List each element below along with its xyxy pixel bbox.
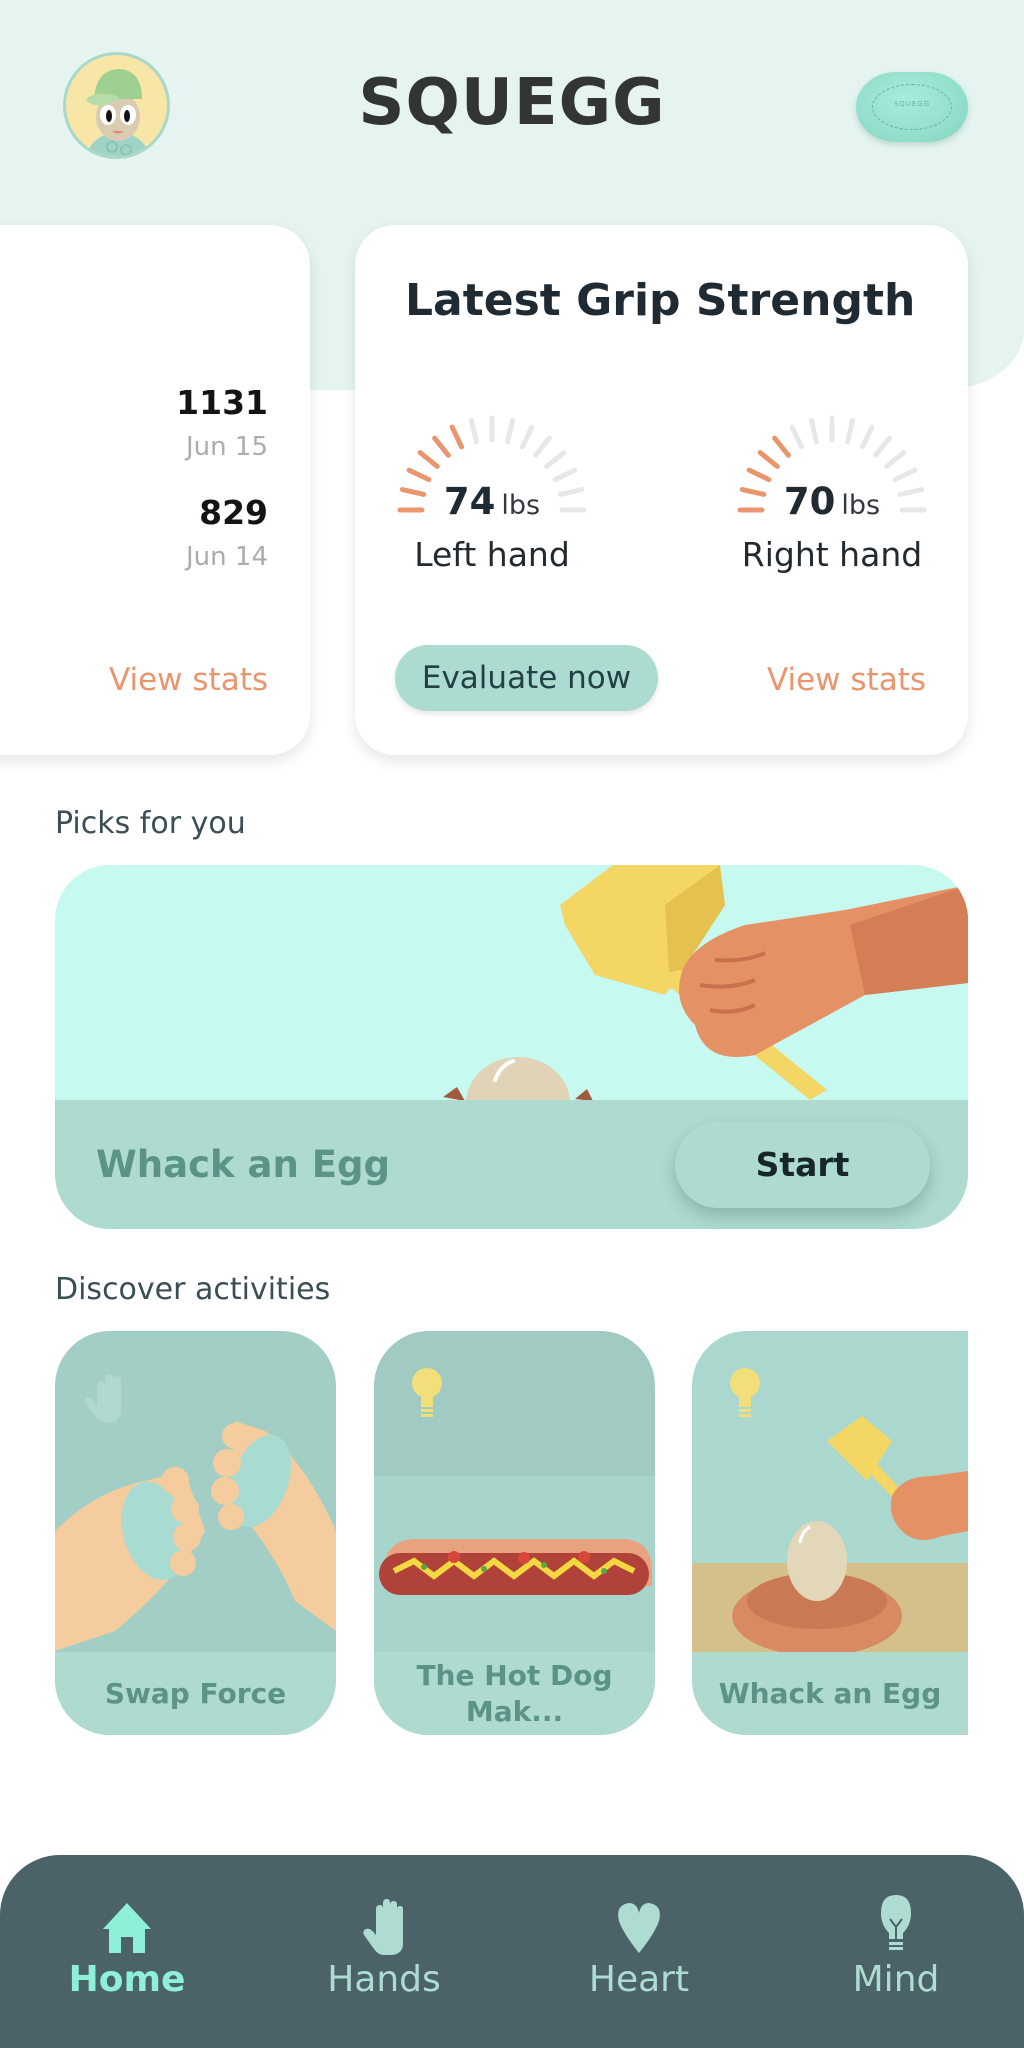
nav-item-mind[interactable]: Mind — [796, 1855, 996, 2005]
right-hand-gauge: 70 lbs Right hand — [712, 385, 952, 585]
lightbulb-icon — [881, 1895, 911, 1950]
nav-item-home[interactable]: Home — [27, 1855, 227, 2005]
home-icon — [103, 1903, 151, 1953]
gauge-tick-filled — [449, 424, 465, 450]
bottom-nav: Home Hands Heart Mind — [0, 1855, 1024, 2048]
grip-strength-title: Latest Grip Strength — [405, 275, 916, 326]
nav-item-heart[interactable]: Heart — [539, 1855, 739, 2005]
gauge-tick-empty — [519, 424, 535, 450]
gauge-tick-filled — [757, 450, 780, 469]
view-stats-link[interactable]: View stats — [109, 662, 268, 698]
pick-title: Whack an Egg — [96, 1143, 390, 1186]
view-stats-link[interactable]: View stats — [767, 662, 926, 698]
hand-icon — [84, 1374, 121, 1423]
gauge-tick-empty — [544, 450, 567, 469]
gauge-tick-filled — [432, 435, 451, 458]
gauge-tick-empty — [809, 417, 819, 445]
gauge-readout: 70 lbs — [712, 480, 952, 523]
gauge-value: 70 — [783, 480, 836, 523]
heart-icon — [618, 1903, 660, 1953]
gauge-tick-empty — [845, 417, 855, 445]
discover-section-title: Discover activities — [55, 1272, 331, 1307]
gauge-tick-empty — [533, 435, 552, 458]
nav-label: Hands — [327, 1959, 441, 2000]
gauge-tick-empty — [789, 424, 805, 450]
nav-label: Home — [68, 1959, 186, 2000]
activity-card-swap-force[interactable]: Swap Force — [55, 1331, 336, 1735]
gauge-readout: 74 lbs — [372, 480, 612, 523]
activity-label: The Hot Dog Mak... — [416, 1658, 613, 1728]
gauge-tick-filled — [772, 435, 791, 458]
gauge-label: Left hand — [414, 535, 570, 574]
hand-icon — [363, 1899, 403, 1955]
stat-value: 829 — [199, 493, 268, 532]
pick-card[interactable]: Whack an Egg Start — [55, 865, 968, 1229]
activity-card-hot-dog[interactable]: The Hot Dog Mak... — [374, 1331, 655, 1735]
picks-section-title: Picks for you — [55, 806, 246, 841]
activity-label: Whack an Egg — [718, 1676, 942, 1710]
stat-date: Jun 14 — [186, 542, 268, 572]
gauge-tick-empty — [873, 435, 892, 458]
whack-an-egg-illustration — [692, 1368, 968, 1656]
gauge-tick-filled — [406, 467, 432, 483]
activity-label: Swap Force — [104, 1676, 287, 1710]
stat-value: 1131 — [176, 383, 268, 422]
gauge-tick-empty — [859, 424, 875, 450]
nav-label: Mind — [852, 1959, 940, 2000]
grip-strength-card: Latest Grip Strength 74 lbs Left hand 70 l… — [355, 225, 968, 755]
gauge-tick-filled — [417, 450, 440, 469]
nav-item-hands[interactable]: Hands — [284, 1855, 484, 2005]
gauge-tick-empty — [505, 417, 515, 445]
activity-card-whack-an-egg[interactable]: Whack an Egg — [692, 1331, 968, 1735]
device-mark: SQUEGG — [893, 100, 931, 108]
start-button[interactable]: Start — [675, 1122, 930, 1208]
gauge-unit: lbs — [841, 490, 881, 521]
gauge-tick-filled — [746, 467, 772, 483]
stats-card: 1131 Jun 15 829 Jun 14 View stats — [0, 225, 310, 755]
lightbulb-icon — [412, 1368, 442, 1417]
hot-dog-illustration — [374, 1368, 655, 1652]
nav-label: Heart — [588, 1959, 690, 2000]
gauge-unit: lbs — [501, 490, 541, 521]
gauge-tick-empty — [552, 467, 578, 483]
squegg-device-icon[interactable]: SQUEGG — [856, 72, 968, 142]
gauge-tick-empty — [892, 467, 918, 483]
evaluate-now-button[interactable]: Evaluate now — [395, 645, 658, 711]
whack-an-egg-illustration — [443, 865, 968, 1105]
gauge-tick-empty — [884, 450, 907, 469]
stat-date: Jun 15 — [186, 432, 268, 462]
swap-force-illustration — [55, 1374, 336, 1651]
gauge-label: Right hand — [741, 535, 923, 574]
gauge-tick-empty — [469, 417, 479, 445]
gauge-value: 74 — [443, 480, 496, 523]
left-hand-gauge: 74 lbs Left hand — [372, 385, 612, 585]
lightbulb-icon — [730, 1368, 760, 1417]
